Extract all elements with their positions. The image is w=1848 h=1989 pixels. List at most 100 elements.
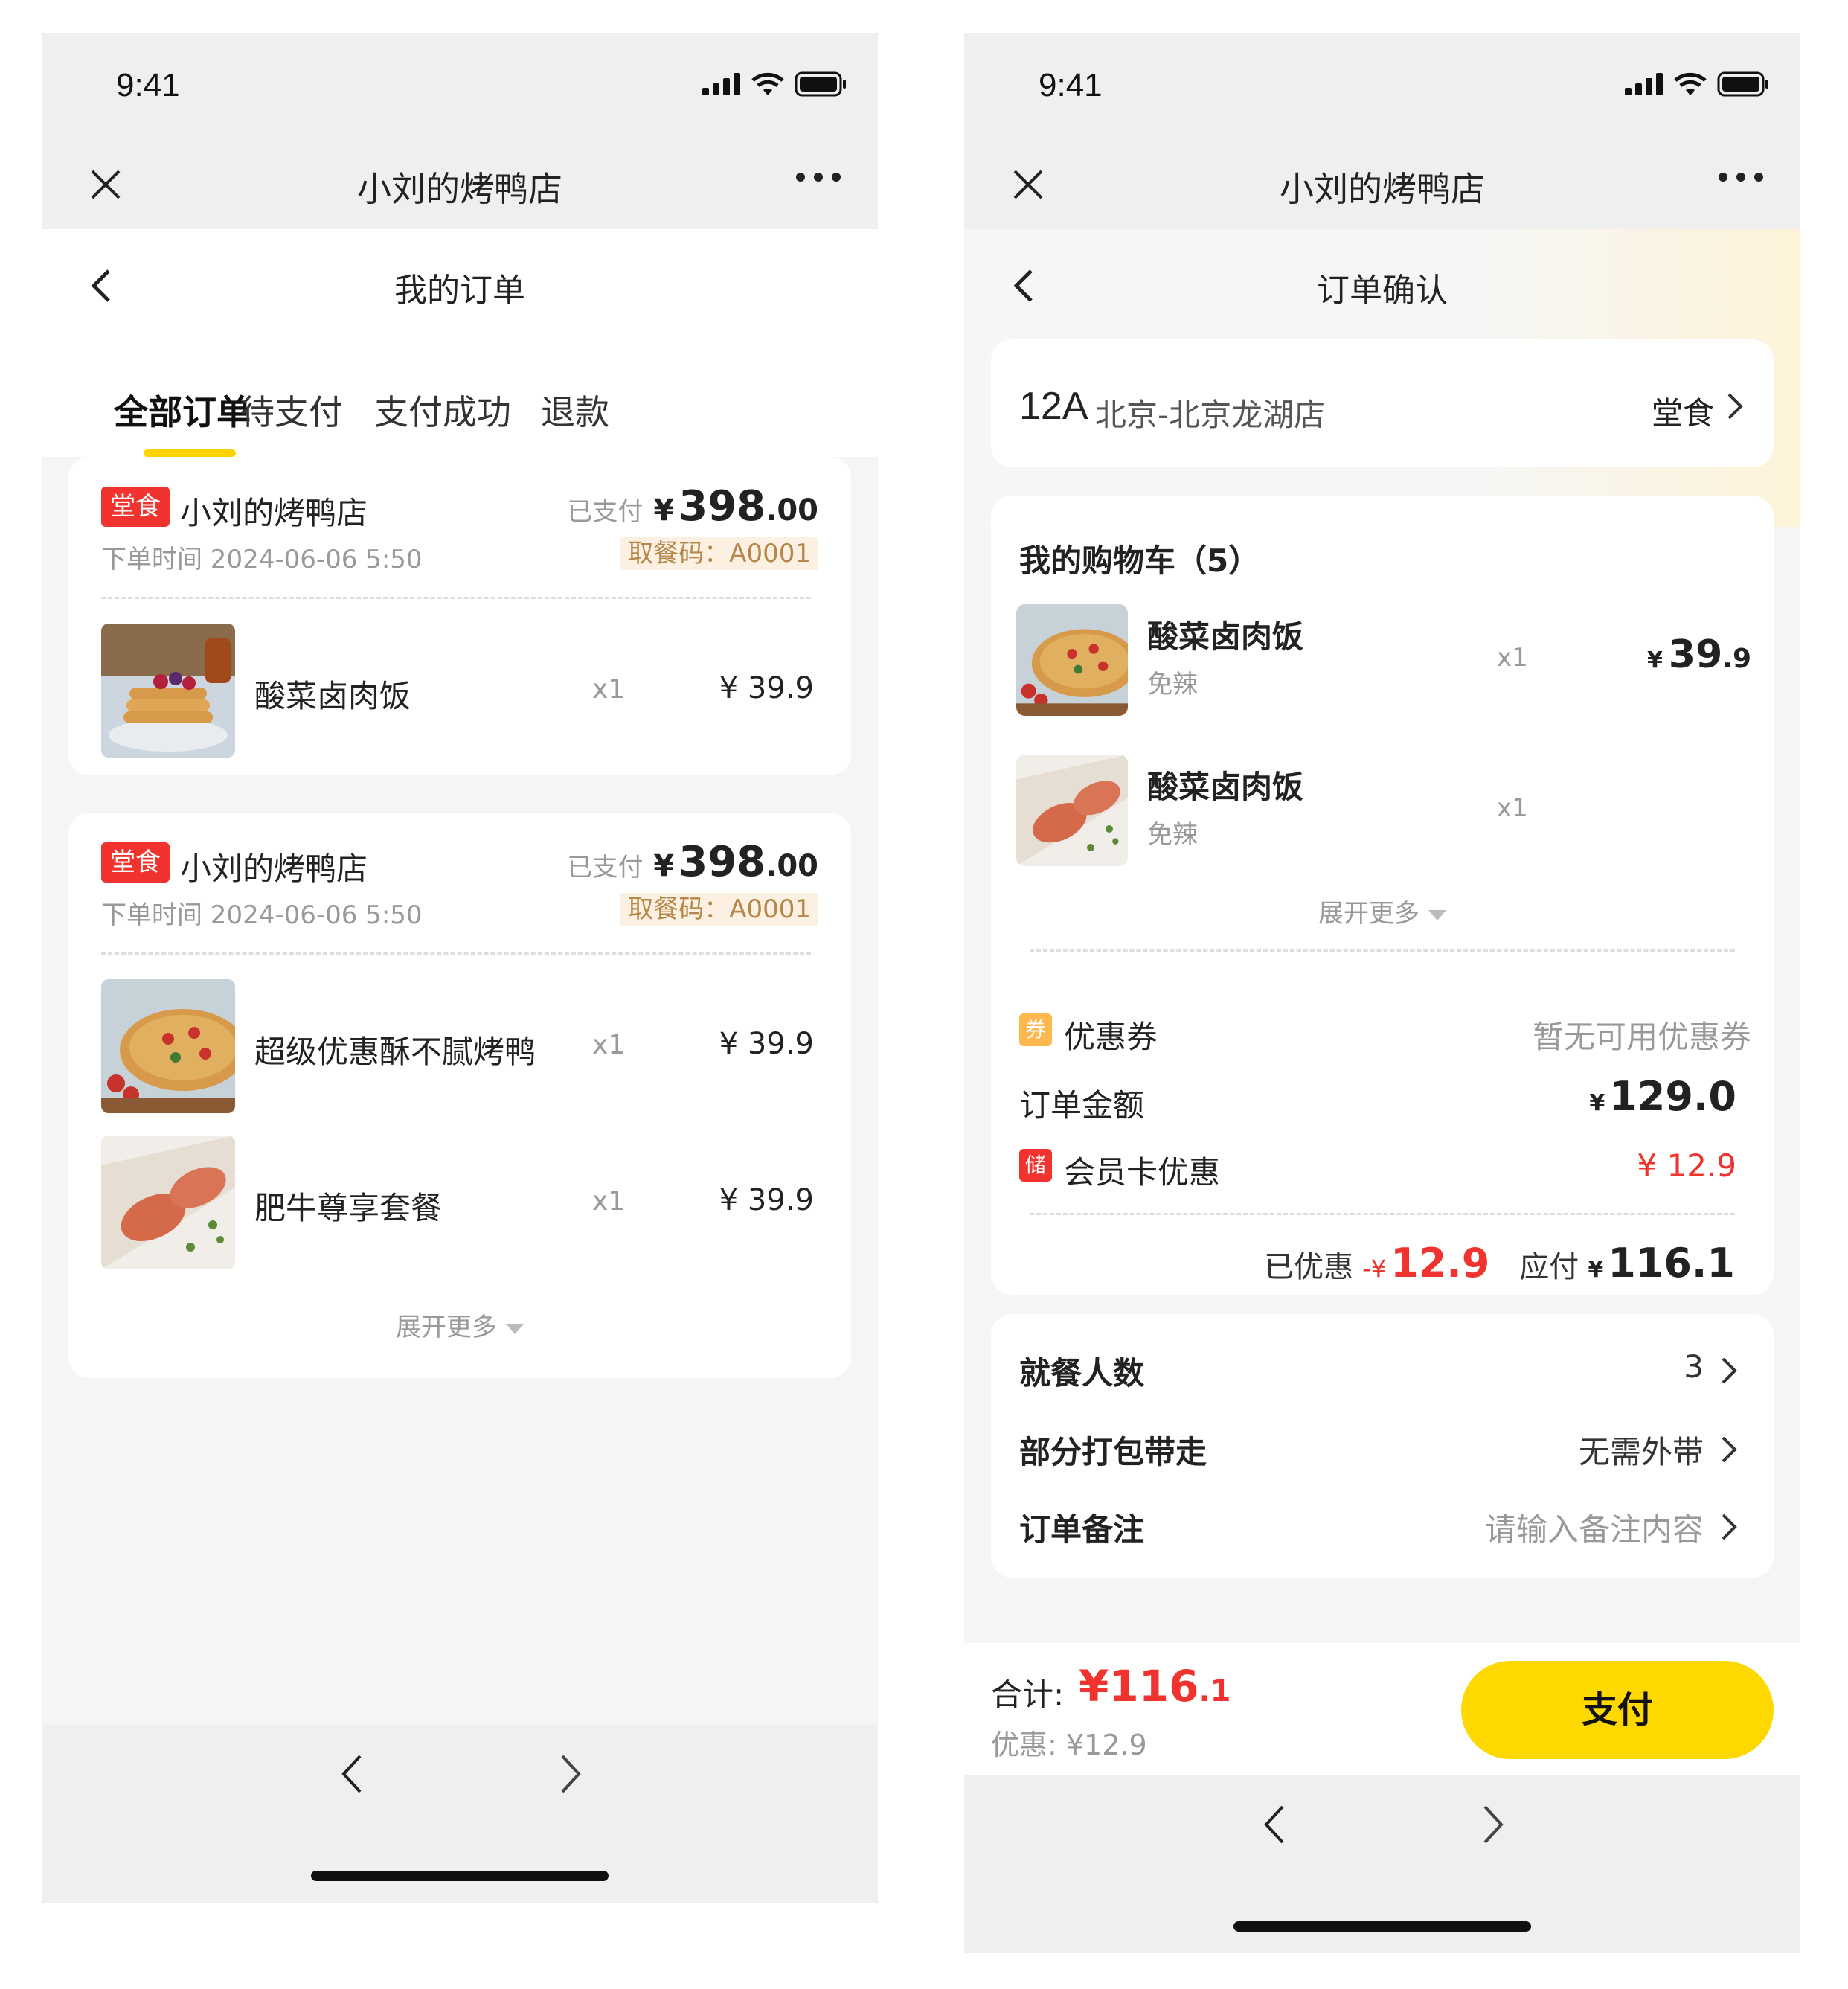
page-title: 我的订单 (394, 272, 525, 310)
item-qty: x1 (1497, 793, 1528, 823)
status-bar: 9:41 (42, 33, 878, 143)
chevron-right-icon (1722, 1357, 1737, 1384)
item-qty: x1 (592, 1186, 626, 1217)
battery-icon (795, 71, 846, 97)
order-time: 下单时间 2024-06-06 5:50 (101, 900, 423, 930)
table-number: 12A (1019, 385, 1088, 428)
item-name: 酸菜卤肉饭 (1147, 769, 1304, 805)
mini-program-bar: 小刘的烤鸭店 (42, 143, 878, 229)
paid-amount: 已支付 ¥ 398 .00 (567, 482, 818, 531)
member-discount-value: ¥ 12.9 (1637, 1147, 1736, 1184)
wifi-icon (1674, 72, 1707, 95)
dine-in-tag: 堂食 (101, 842, 170, 883)
item-price: ¥ 39.9 (719, 1183, 814, 1217)
page-header: 我的订单 (42, 229, 878, 339)
shop-name: 小刘的烤鸭店 (180, 851, 368, 887)
item-spec: 免辣 (1147, 670, 1198, 699)
order-options-card: 就餐人数 3 部分打包带走 无需外带 订单备注 请输入备注内容 (991, 1314, 1774, 1578)
order-note-row[interactable]: 订单备注 请输入备注内容 (1019, 1502, 1745, 1548)
shop-name: 小刘的烤鸭店 (180, 495, 368, 531)
dine-mode: 堂食 (1651, 395, 1714, 432)
order-tabs: 全部订单 待支付 支付成功 退款 (42, 365, 878, 457)
food-image-salmon (101, 1136, 235, 1269)
caret-down-icon (1428, 909, 1446, 920)
more-icon[interactable] (796, 173, 841, 182)
coupon-value: 暂无可用优惠券 (1532, 1019, 1751, 1055)
tab-paid[interactable]: 支付成功 (374, 385, 511, 435)
order-time: 下单时间 2024-06-06 5:50 (101, 545, 423, 574)
wifi-icon (751, 72, 784, 95)
member-discount-label: 会员卡优惠 (1064, 1154, 1221, 1191)
order-card[interactable]: 堂食 小刘的烤鸭店 下单时间 2024-06-06 5:50 已支付 ¥ 398… (68, 457, 851, 775)
store-name: 北京-北京龙湖店 (1095, 397, 1326, 433)
cart-card: 我的购物车（5） 酸菜卤肉饭 免辣 x1 ¥ 39 .9 酸菜卤肉饭 免辣 x1… (991, 496, 1774, 1295)
tab-refund[interactable]: 退款 (541, 385, 609, 435)
food-image-pizza (1016, 604, 1128, 716)
chevron-right-icon (1722, 1514, 1737, 1540)
order-item[interactable]: 肥牛尊享套餐 x1 ¥ 39.9 (101, 1136, 818, 1269)
phone-my-orders: 9:41 小刘的烤鸭店 我的订单 全部订单 待支付 支付成功 退款 堂食 小刘的… (42, 33, 878, 1903)
tab-all-orders[interactable]: 全部订单 (114, 385, 251, 435)
more-icon[interactable] (1719, 173, 1763, 182)
expand-more[interactable]: 展开更多 (68, 1307, 851, 1343)
item-qty: x1 (1497, 643, 1528, 673)
battery-icon (1717, 71, 1768, 97)
tab-pending-payment[interactable]: 待支付 (240, 385, 343, 435)
checkout-bar: 合计: ¥116 .1 优惠: ¥12.9 支付 (964, 1643, 1800, 1775)
signal-icon (702, 73, 740, 95)
item-price: ¥ 39 .9 (1647, 632, 1751, 677)
price-summary: 已优惠 -¥ 12.9 应付 ¥ 116.1 (1264, 1240, 1735, 1287)
pay-button[interactable]: 支付 (1461, 1661, 1774, 1759)
item-price: ¥ 39.9 (719, 1027, 814, 1061)
mini-program-bar: 小刘的烤鸭店 (964, 143, 1800, 229)
browser-nav-bar (964, 1775, 1800, 1953)
chevron-right-icon (1722, 1436, 1737, 1463)
pickup-code: 取餐码：A0001 (620, 893, 818, 926)
pickup-code: 取餐码：A0001 (620, 537, 818, 570)
cart-item[interactable]: 酸菜卤肉饭 免辣 x1 (1016, 755, 1751, 866)
order-card[interactable]: 堂食 小刘的烤鸭店 下单时间 2024-06-06 5:50 已支付 ¥ 398… (68, 813, 851, 1378)
signal-icon (1625, 73, 1663, 95)
coupon-icon: 券 (1019, 1013, 1052, 1046)
order-item[interactable]: 酸菜卤肉饭 x1 ¥ 39.9 (101, 624, 818, 758)
cart-item[interactable]: 酸菜卤肉饭 免辣 x1 ¥ 39 .9 (1016, 604, 1751, 716)
browser-nav-bar (42, 1725, 878, 1903)
nav-back-icon[interactable] (336, 1752, 366, 1796)
diners-row[interactable]: 就餐人数 3 (1019, 1345, 1745, 1391)
item-qty: x1 (592, 1030, 626, 1060)
takeaway-row[interactable]: 部分打包带走 无需外带 (1019, 1424, 1745, 1470)
mini-program-title: 小刘的烤鸭店 (357, 169, 562, 209)
expand-more[interactable]: 展开更多 (991, 893, 1774, 929)
order-item[interactable]: 超级优惠酥不腻烤鸭 x1 ¥ 39.9 (101, 979, 818, 1113)
dine-in-tag: 堂食 (101, 487, 170, 527)
discount-line: 优惠: ¥12.9 (991, 1729, 1147, 1761)
divider (1030, 1213, 1735, 1215)
status-time: 9:41 (116, 67, 180, 103)
status-time: 9:41 (1039, 67, 1103, 103)
caret-down-icon (506, 1323, 524, 1334)
total-value: ¥116 .1 (1079, 1661, 1231, 1711)
paid-amount: 已支付 ¥ 398 .00 (567, 838, 818, 886)
member-discount-row: 储 会员卡优惠 ¥ 12.9 (1019, 1144, 1751, 1191)
total-label: 合计: (991, 1676, 1065, 1713)
item-name: 酸菜卤肉饭 (1147, 618, 1304, 655)
active-tab-indicator (144, 449, 236, 457)
item-name: 超级优惠酥不腻烤鸭 (254, 1034, 536, 1070)
coupon-row[interactable]: 券 优惠券 暂无可用优惠券 (1019, 1009, 1751, 1055)
mini-program-title: 小刘的烤鸭店 (1280, 169, 1485, 209)
item-name: 肥牛尊享套餐 (254, 1190, 443, 1226)
nav-back-icon[interactable] (1259, 1802, 1289, 1847)
order-amount-label: 订单金额 (1019, 1087, 1145, 1124)
divider (101, 952, 811, 955)
home-indicator (311, 1871, 609, 1881)
page-header: 订单确认 (964, 229, 1800, 339)
nav-forward-icon[interactable] (1479, 1802, 1509, 1847)
chevron-right-icon (1727, 393, 1743, 420)
order-amount-row: 订单金额 ¥ 129.0 (1019, 1073, 1751, 1124)
status-bar: 9:41 (964, 33, 1800, 143)
food-image-pizza (101, 979, 235, 1113)
store-card[interactable]: 12A 北京-北京龙湖店 堂食 (991, 339, 1774, 467)
food-image-pancakes (101, 624, 235, 758)
phone-order-confirm: 9:41 小刘的烤鸭店 订单确认 12A 北京-北京龙湖店 堂食 我的购物车（5… (964, 33, 1800, 1953)
nav-forward-icon[interactable] (556, 1752, 586, 1796)
